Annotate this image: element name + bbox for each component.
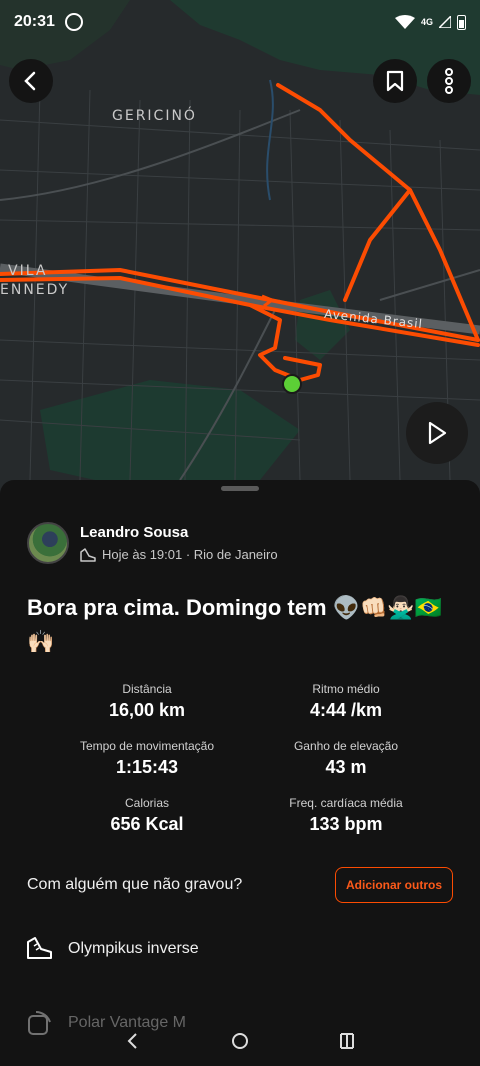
- bookmark-button[interactable]: [373, 59, 417, 103]
- play-flyover-button[interactable]: [406, 402, 468, 464]
- nav-recents-icon[interactable]: [337, 1031, 357, 1051]
- status-time: 20:31: [14, 13, 55, 30]
- system-nav-bar: [0, 1016, 480, 1066]
- avatar[interactable]: [27, 522, 69, 564]
- stat-value: 656 Kcal: [110, 814, 184, 834]
- more-vertical-icon: [445, 68, 453, 94]
- wifi-icon: [394, 15, 415, 29]
- stat-calories: Calorias 656 Kcal: [47, 796, 247, 835]
- activity-title: Bora pra cima. Domingo tem 👽👊🏻🙅🏻‍♂️🇧🇷🙌🏻: [27, 595, 443, 654]
- drag-handle[interactable]: [221, 486, 259, 491]
- stat-value: 133 bpm: [309, 814, 383, 834]
- add-others-row: Com alguém que não gravou? Adicionar out…: [27, 867, 453, 903]
- stat-value: 43 m: [325, 757, 367, 777]
- add-others-button[interactable]: Adicionar outros: [335, 867, 453, 903]
- athlete-header[interactable]: Leandro Sousa Hoje às 19:01 · Rio de Jan…: [27, 522, 278, 564]
- nav-back-icon[interactable]: [123, 1031, 143, 1051]
- bookmark-icon: [386, 70, 404, 92]
- stat-value: 1:15:43: [115, 757, 179, 777]
- add-others-prompt: Com alguém que não gravou?: [27, 876, 243, 893]
- stat-label: Ritmo médio: [312, 682, 380, 696]
- battery-icon: [457, 14, 466, 30]
- signal-icon: [439, 16, 451, 28]
- stat-label: Distância: [122, 682, 172, 696]
- stat-value: 16,00 km: [108, 700, 186, 720]
- stat-value: 4:44 /km: [309, 700, 383, 720]
- more-options-button[interactable]: [427, 59, 471, 103]
- shoe-icon: [27, 937, 52, 959]
- map-label-vila: VILA: [8, 263, 48, 279]
- stat-moving-time: Tempo de movimentação 1:15:43: [47, 739, 247, 778]
- activity-meta: Hoje às 19:01 · Rio de Janeiro: [80, 547, 278, 562]
- stat-label: Calorias: [124, 796, 169, 810]
- map-label-kennedy: ENNEDY: [0, 282, 70, 298]
- activity-meta-text: Hoje às 19:01 · Rio de Janeiro: [102, 547, 278, 562]
- stat-pace: Ritmo médio 4:44 /km: [246, 682, 446, 721]
- stat-label: Freq. cardíaca média: [289, 796, 403, 810]
- stat-elevation: Ganho de elevação 43 m: [246, 739, 446, 778]
- status-icons: 4G: [394, 14, 466, 30]
- status-bar: 20:31 4G: [0, 0, 480, 44]
- stat-label: Tempo de movimentação: [79, 739, 215, 753]
- nav-home-icon[interactable]: [230, 1031, 250, 1051]
- play-icon: [428, 421, 447, 445]
- stat-heart-rate: Freq. cardíaca média 133 bpm: [246, 796, 446, 835]
- whatsapp-icon: [64, 13, 83, 31]
- gear-row[interactable]: Olympikus inverse: [26, 936, 199, 962]
- back-button[interactable]: [9, 59, 53, 103]
- gear-name: Olympikus inverse: [68, 940, 199, 957]
- network-type: 4G: [420, 17, 433, 27]
- stat-distance: Distância 16,00 km: [47, 682, 247, 721]
- athlete-name[interactable]: Leandro Sousa: [80, 524, 278, 541]
- activity-sheet: Leandro Sousa Hoje às 19:01 · Rio de Jan…: [0, 480, 480, 1066]
- shoe-icon: [80, 547, 96, 562]
- back-arrow-icon: [24, 71, 36, 91]
- map-label-gericino: GERICINÓ: [112, 108, 197, 124]
- start-marker: [282, 374, 302, 394]
- stat-label: Ganho de elevação: [293, 739, 399, 753]
